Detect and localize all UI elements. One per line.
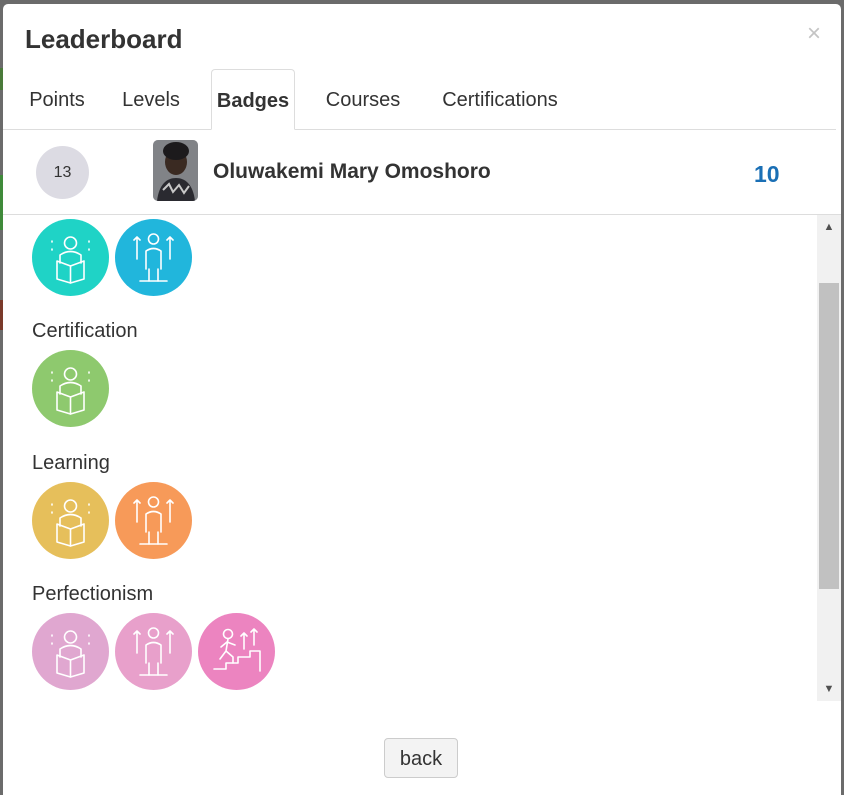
back-button[interactable]: back [384,738,458,778]
tab-certifications[interactable]: Certifications [439,69,561,128]
modal-title: Leaderboard [25,24,183,54]
scrollbar-thumb[interactable] [819,283,839,589]
tab-points[interactable]: Points [27,69,87,128]
badge-stairs-pink [198,613,275,690]
badge-reading-teal [32,219,109,296]
badge-reading-pink [32,613,109,690]
reading-person-icon [32,350,109,427]
modal-header: Leaderboard × [3,4,841,68]
tab-badges[interactable]: Badges [211,69,295,130]
modal-footer: back [3,701,841,795]
growth-person-icon [115,219,192,296]
user-name: Oluwakemi Mary Omoshoro [213,160,491,183]
section-label-perfectionism: Perfectionism [32,583,154,605]
reading-person-icon [32,482,109,559]
growth-person-icon [115,482,192,559]
tab-levels[interactable]: Levels [121,69,181,128]
scroll-up-arrow-icon[interactable]: ▲ [817,215,841,239]
reading-person-icon [32,219,109,296]
badge-reading-green [32,350,109,427]
growth-person-icon [115,613,192,690]
badge-growth-blue [115,219,192,296]
avatar [153,140,198,201]
scrollbar[interactable]: ▲ ▼ [817,215,841,701]
tab-bar: Points Levels Badges Courses Certificati… [3,69,836,130]
user-score: 10 [754,161,780,187]
rank-badge: 13 [36,146,89,199]
badges-scroll-area: Certification Learning Perfectionism [3,215,841,701]
tab-courses[interactable]: Courses [325,69,401,128]
reading-person-icon [32,613,109,690]
close-icon[interactable]: × [807,22,821,46]
badge-growth-orange [115,482,192,559]
badge-reading-yellow [32,482,109,559]
user-row: 13 Oluwakemi Mary Omoshoro 10 [3,130,841,215]
scroll-down-arrow-icon[interactable]: ▼ [817,677,841,701]
leaderboard-modal: Leaderboard × Points Levels Badges Cours… [3,4,841,795]
climbing-stairs-icon [198,613,275,690]
section-label-learning: Learning [32,452,110,474]
badge-growth-pink [115,613,192,690]
section-label-certification: Certification [32,320,138,342]
